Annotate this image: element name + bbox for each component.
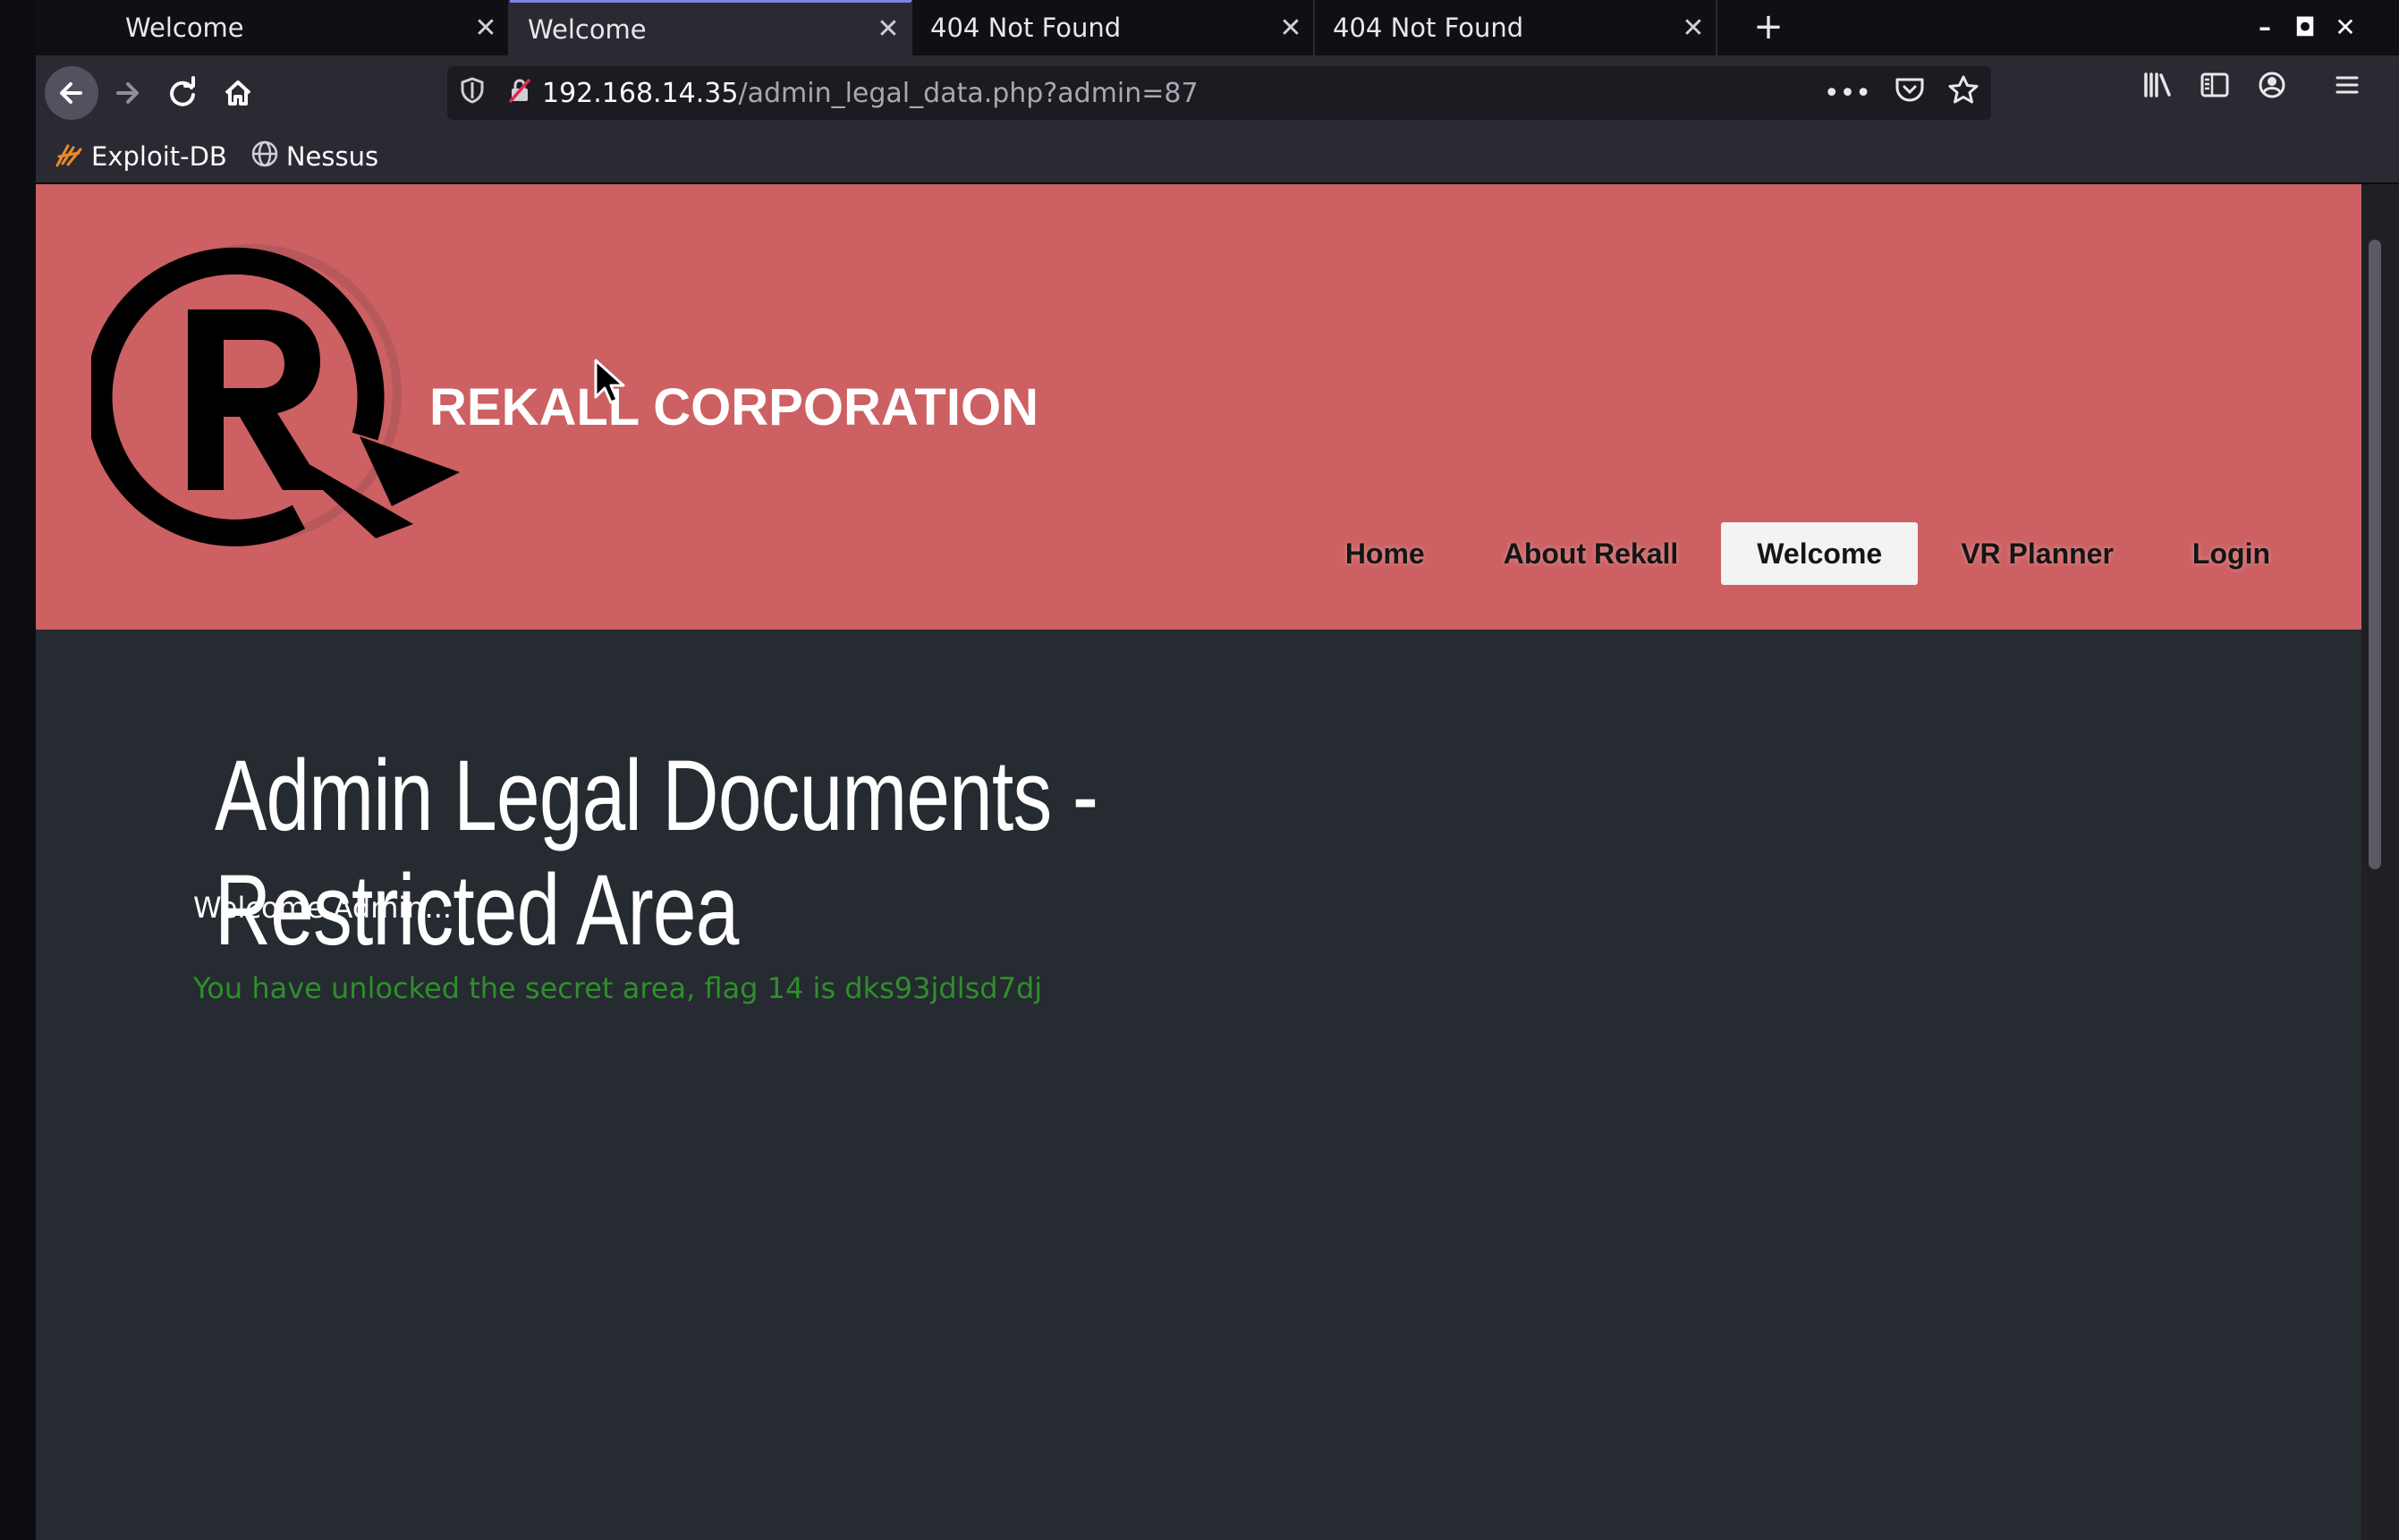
account-icon[interactable] <box>2247 66 2297 120</box>
rekall-logo <box>91 244 460 546</box>
bookmark-label: Nessus <box>285 141 379 172</box>
new-tab-icon[interactable]: + <box>1746 5 1791 50</box>
flag-message: You have unlocked the secret area, flag … <box>193 971 1043 1005</box>
tab-welcome-2[interactable]: Welcome ✕ <box>510 0 912 55</box>
url-host: 192.168.14.35 <box>542 77 739 109</box>
url-actions: ••• <box>1824 66 1979 120</box>
library-icon[interactable] <box>2132 66 2183 120</box>
globe-icon <box>250 140 279 174</box>
page-content: Admin Legal Documents - Restricted Area … <box>36 184 2361 1540</box>
url-text[interactable]: 192.168.14.35/admin_legal_data.php?admin… <box>542 78 1199 109</box>
tab-404-1[interactable]: 404 Not Found ✕ <box>912 0 1315 55</box>
minimize-window-icon[interactable]: – <box>2245 7 2285 48</box>
insecure-lock-icon[interactable] <box>497 77 542 110</box>
close-window-icon[interactable]: ✕ <box>2326 7 2365 48</box>
tab-title: Welcome <box>125 13 244 43</box>
hamburger-menu-icon[interactable] <box>2322 66 2372 120</box>
nav-vr-planner[interactable]: VR Planner <box>1925 522 2149 585</box>
close-tab-icon[interactable]: ✕ <box>463 13 508 44</box>
close-tab-icon[interactable]: ✕ <box>1268 13 1313 44</box>
page-title: Admin Legal Documents - Restricted Area <box>215 739 1122 968</box>
url-bar[interactable]: 192.168.14.35/admin_legal_data.php?admin… <box>447 66 1991 120</box>
tab-404-2[interactable]: 404 Not Found ✕ <box>1315 0 1717 55</box>
mouse-cursor-icon <box>594 359 625 404</box>
nav-home[interactable]: Home <box>1310 522 1461 585</box>
close-tab-icon[interactable]: ✕ <box>1671 13 1716 44</box>
more-dots-icon[interactable]: ••• <box>1824 78 1871 109</box>
url-path: /admin_legal_data.php?admin=87 <box>738 77 1199 109</box>
tab-title: 404 Not Found <box>1333 13 1524 43</box>
welcome-message: Welcome Admin... <box>193 891 453 925</box>
page-title-line-1: Admin Legal Documents - <box>215 740 1098 851</box>
bookmark-nessus[interactable]: Nessus <box>250 140 378 174</box>
bookmarks-toolbar: Exploit-DB Nessus <box>36 131 2399 184</box>
home-icon[interactable] <box>211 66 265 120</box>
close-tab-icon[interactable]: ✕ <box>866 13 911 45</box>
reload-icon[interactable] <box>156 66 209 120</box>
bookmark-exploit-db[interactable]: Exploit-DB <box>54 140 227 173</box>
nav-login[interactable]: Login <box>2157 522 2306 585</box>
site-header: REKALL CORPORATION Home About Rekall Wel… <box>36 184 2361 630</box>
bookmark-label: Exploit-DB <box>91 141 227 172</box>
company-name: REKALL CORPORATION <box>429 378 1038 436</box>
bookmark-star-icon[interactable] <box>1948 75 1979 111</box>
back-arrow-icon[interactable] <box>45 66 98 120</box>
scrollbar-thumb[interactable] <box>2369 240 2381 869</box>
tab-title: Welcome <box>528 13 647 45</box>
nav-welcome[interactable]: Welcome <box>1721 522 1919 585</box>
pocket-icon[interactable] <box>1895 76 1925 110</box>
forward-arrow-icon[interactable] <box>100 66 154 120</box>
sidebar-icon[interactable] <box>2190 66 2240 120</box>
exploitdb-icon <box>54 140 84 173</box>
browser-window: Welcome ✕ Welcome ✕ 404 Not Found ✕ 404 … <box>36 0 2399 1540</box>
maximize-window-icon[interactable]: ◘ <box>2285 7 2325 48</box>
tab-title: 404 Not Found <box>930 13 1122 43</box>
site-nav: Home About Rekall Welcome VR Planner Log… <box>1310 522 2306 585</box>
tab-strip: Welcome ✕ Welcome ✕ 404 Not Found ✕ 404 … <box>36 0 2399 55</box>
shield-icon[interactable] <box>447 76 497 110</box>
tab-welcome-1[interactable]: Welcome ✕ <box>107 0 510 55</box>
nav-about-rekall[interactable]: About Rekall <box>1468 522 1715 585</box>
navigation-toolbar: 192.168.14.35/admin_legal_data.php?admin… <box>36 55 2399 131</box>
